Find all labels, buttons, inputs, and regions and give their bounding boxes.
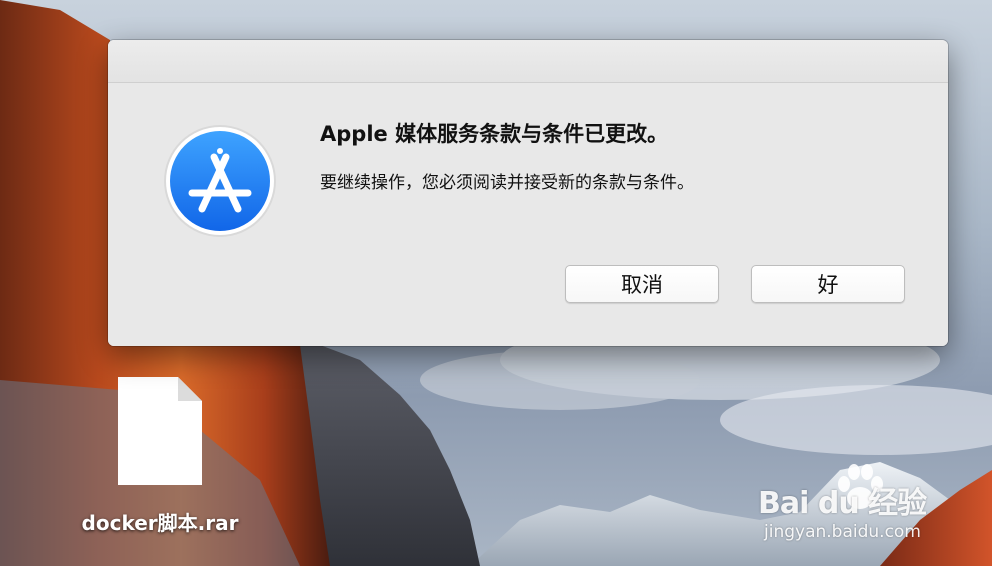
dialog-titlebar[interactable]: [108, 40, 948, 83]
cancel-button[interactable]: 取消: [565, 265, 719, 303]
watermark-url: jingyan.baidu.com: [764, 522, 921, 542]
terms-alert-dialog: Apple 媒体服务条款与条件已更改。 要继续操作，您必须阅读并接受新的条款与条…: [108, 40, 948, 346]
watermark-brand: Bai du 经验: [758, 486, 927, 521]
app-store-icon: [162, 123, 278, 239]
document-icon[interactable]: [118, 377, 202, 485]
dialog-message: 要继续操作，您必须阅读并接受新的条款与条件。: [320, 173, 694, 193]
dialog-title: Apple 媒体服务条款与条件已更改。: [320, 122, 669, 146]
ok-button[interactable]: 好: [751, 265, 905, 303]
baidu-watermark: Bai du 经验 jingyan.baidu.com: [758, 458, 958, 548]
desktop-file-label[interactable]: docker脚本.rar: [40, 507, 280, 536]
